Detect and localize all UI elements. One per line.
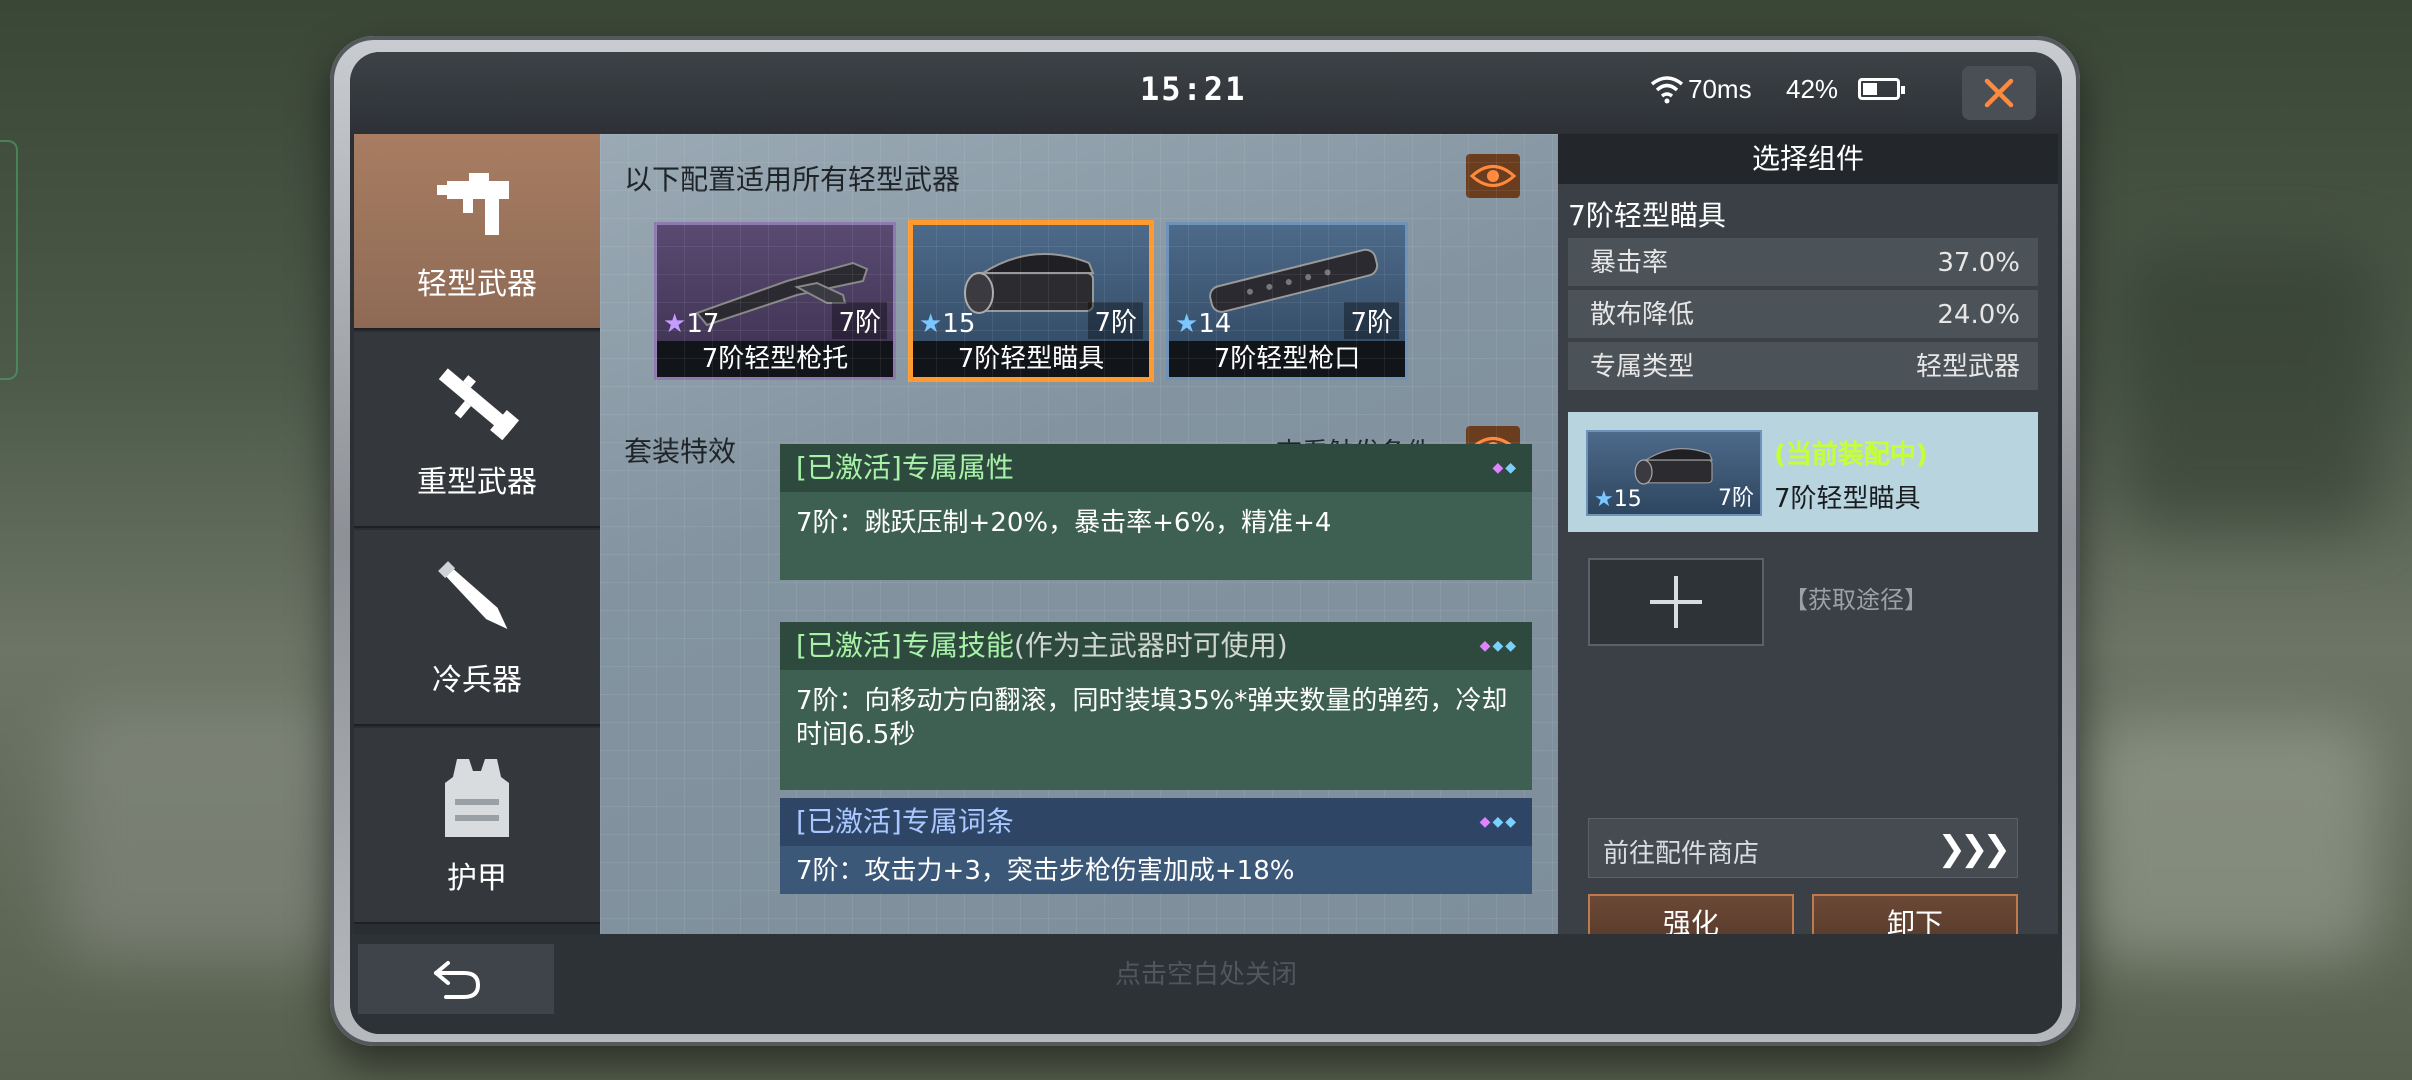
config-heading: 以下配置适用所有轻型武器 [624,163,961,196]
equipped-name: 7阶轻型瞄具 [1774,484,1921,514]
background-blur [2120,250,2380,530]
tier-badge: 7阶 [832,302,887,339]
background-blur [60,700,360,960]
tier-dots: ◆◆◆ [1479,638,1518,654]
bottom-bar: 点击空白处关闭 [350,934,2062,1034]
component-card-stock[interactable]: ★17 7阶 7阶轻型枪托 [654,222,896,380]
acquire-source-link[interactable]: 【获取途径】 [1784,580,1928,615]
preview-button[interactable] [1466,154,1520,198]
go-to-parts-shop[interactable]: 前往配件商店 ❯❯❯ [1588,818,2018,878]
status-bar: 15:21 70ms 42% [350,52,2062,134]
nav-label: 护甲 [447,861,507,896]
effect-title: [已激活]专属词条 ◆◆◆ [780,798,1532,846]
effect-title: [已激活]专属属性 ◆◆ [780,444,1532,492]
effect-block-attribute: [已激活]专属属性 ◆◆ 7阶：跳跃压制+20%，暴击率+6%，精准+4 [780,444,1532,580]
close-hint[interactable]: 点击空白处关闭 [350,934,2062,1016]
star-level: ★14 [1175,309,1232,339]
smg-icon [437,173,509,235]
star-level: ★17 [663,309,720,339]
ping-readout: 70ms [1688,74,1752,104]
stat-row: 散布降低 24.0% [1568,290,2038,340]
effect-block-entry: [已激活]专属词条 ◆◆◆ 7阶：攻击力+3，突击步枪伤害加成+18% [780,798,1532,894]
nav-item-light-weapons[interactable]: 轻型武器 [354,134,600,330]
background-blur [2080,720,2380,960]
nav-label: 轻型武器 [417,267,537,302]
nav-label: 重型武器 [417,465,537,500]
knife-icon [438,561,508,629]
equipped-badge: (当前装配中) [1774,440,1928,470]
back-arrow-icon [434,961,481,999]
add-component-slot[interactable] [1588,558,1764,646]
equipped-thumbnail: ★15 7阶 [1586,430,1762,516]
panel-header: 选择组件 [1558,134,2058,184]
clock: 15:21 [1140,70,1247,108]
component-card-scope[interactable]: ★15 7阶 7阶轻型瞄具 [910,222,1152,380]
effect-text: 7阶：跳跃压制+20%，暴击率+6%，精准+4 [780,492,1532,580]
nav-item-heavy-weapons[interactable]: 重型武器 [354,332,600,528]
effect-text: 7阶：攻击力+3，突击步枪伤害加成+18% [780,846,1532,894]
tier-badge: 7阶 [1088,302,1143,339]
component-name: 7阶轻型枪口 [1169,341,1405,377]
plus-icon [1650,576,1702,628]
tier-badge: 7阶 [1344,302,1399,339]
vest-icon [445,759,509,837]
close-button[interactable] [1962,66,2036,120]
nav-label: 冷兵器 [432,663,522,698]
component-name: 7阶轻型瞄具 [913,341,1149,377]
close-icon [1984,78,2014,108]
tier-dots: ◆◆◆ [1479,814,1518,830]
battery-icon [1858,78,1905,100]
battery-percent: 42% [1786,74,1839,104]
back-button[interactable] [358,944,554,1014]
nav-item-melee[interactable]: 冷兵器 [354,530,600,726]
tier-badge: 7阶 [1718,486,1754,511]
effect-title: [已激活]专属技能(作为主武器时可使用) ◆◆◆ [780,622,1532,670]
effect-block-skill: [已激活]专属技能(作为主武器时可使用) ◆◆◆ 7阶：向移动方向翻滚，同时装填… [780,622,1532,790]
effect-text: 7阶：向移动方向翻滚，同时装填35%*弹夹数量的弹药，冷却时间6.5秒 [780,670,1532,790]
rocket-launcher-icon [438,368,520,441]
chevrons-right-icon: ❯❯❯ [1937,829,2012,869]
component-select-panel: 选择组件 7阶轻型瞄具 暴击率 37.0% 散布降低 24.0% 专属类型 轻型武器 … [1558,134,2058,954]
component-title: 7阶轻型瞄具 [1568,199,1726,232]
stat-row: 专属类型 轻型武器 [1568,342,2038,392]
wifi-icon [1650,76,1684,104]
equipped-component[interactable]: ★15 7阶 (当前装配中) 7阶轻型瞄具 [1568,412,2038,532]
shop-link-label: 前往配件商店 [1603,839,1760,869]
component-name: 7阶轻型枪托 [657,341,893,377]
star-level: ★15 [919,309,976,339]
set-effects-heading: 套装特效 [624,435,737,468]
left-edge-tab [0,140,18,380]
nav-item-armor[interactable]: 护甲 [354,728,600,924]
component-card-muzzle[interactable]: ★14 7阶 7阶轻型枪口 [1166,222,1408,380]
weapon-category-nav: 轻型武器 重型武器 冷兵器 护甲 [354,134,600,934]
eye-icon [1470,165,1516,187]
star-level: ★15 [1594,487,1642,512]
tablet-screen: 15:21 70ms 42% 轻型武器 重型武器 冷兵器 护甲 以下配置适用所有… [350,52,2062,1034]
tier-dots: ◆◆ [1492,460,1518,476]
stat-row: 暴击率 37.0% [1568,238,2038,288]
